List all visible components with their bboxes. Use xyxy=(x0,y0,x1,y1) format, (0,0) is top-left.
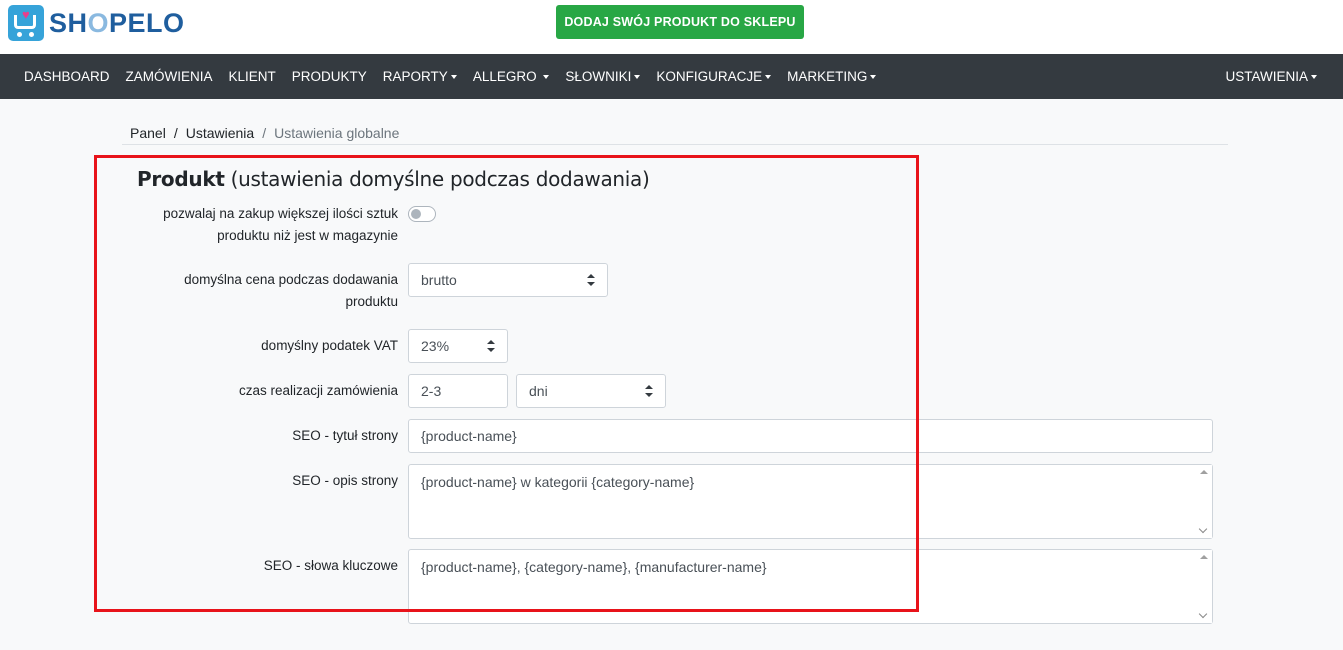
select-arrows-icon xyxy=(645,385,653,397)
add-product-button[interactable]: DODAJ SWÓJ PRODUKT DO SKLEPU xyxy=(556,5,804,39)
top-bar: ♥ SHOPELO DODAJ SWÓJ PRODUKT DO SKLEPU xyxy=(0,0,1343,54)
seo-description-textarea[interactable]: {product-name} w kategorii {category-nam… xyxy=(408,464,1213,539)
nav-marketing[interactable]: MARKETING xyxy=(779,69,884,84)
nav-slowniki[interactable]: SŁOWNIKI xyxy=(557,69,648,84)
default-vat-select[interactable]: 23% xyxy=(408,329,508,363)
breadcrumb-divider xyxy=(122,144,1228,145)
default-vat-label: domyślny podatek VAT xyxy=(261,338,398,353)
seo-title-input[interactable]: {product-name} xyxy=(408,419,1213,453)
textarea-scrollbar[interactable] xyxy=(1196,550,1212,623)
default-price-select[interactable]: brutto xyxy=(408,263,608,297)
nav-dashboard[interactable]: DASHBOARD xyxy=(0,69,118,84)
breadcrumb-separator: / xyxy=(262,125,267,141)
main-navbar: DASHBOARD ZAMÓWIENIA KLIENT PRODUKTY RAP… xyxy=(0,54,1343,99)
breadcrumb-separator: / xyxy=(173,125,178,141)
cart-icon: ♥ xyxy=(8,5,44,41)
caret-down-icon xyxy=(450,74,457,79)
toggle-knob xyxy=(411,209,421,219)
scroll-up-icon xyxy=(1200,555,1208,559)
nav-produkty[interactable]: PRODUKTY xyxy=(284,69,375,84)
seo-keywords-value: {product-name}, {category-name}, {manufa… xyxy=(421,559,767,575)
fulfillment-time-input[interactable]: 2-3 xyxy=(408,374,508,408)
fulfillment-time-value: 2-3 xyxy=(421,383,442,399)
seo-keywords-label: SEO - słowa kluczowe xyxy=(263,558,398,573)
caret-down-icon xyxy=(765,74,772,79)
caret-down-icon xyxy=(543,74,550,79)
breadcrumb-panel[interactable]: Panel xyxy=(130,125,166,141)
caret-down-icon xyxy=(1311,74,1317,79)
nav-ustawienia[interactable]: USTAWIENIA xyxy=(1201,69,1325,84)
allow-overstock-label: pozwalaj na zakup większej ilości sztuk … xyxy=(163,206,398,243)
nav-konfiguracje[interactable]: KONFIGURACJE xyxy=(648,69,779,84)
fulfillment-unit-select[interactable]: dni xyxy=(516,374,666,408)
brand-name: SHOPELO xyxy=(49,7,185,38)
breadcrumb-ustawienia[interactable]: Ustawienia xyxy=(186,125,254,141)
fulfillment-time-label: czas realizacji zamówienia xyxy=(238,383,398,398)
scroll-down-icon xyxy=(1198,609,1208,619)
breadcrumb-active: Ustawienia globalne xyxy=(274,125,400,141)
nav-raporty[interactable]: RAPORTY xyxy=(375,69,465,84)
seo-description-label: SEO - opis strony xyxy=(292,473,398,488)
section-title: Produkt (ustawienia domyślne podczas dod… xyxy=(137,167,650,191)
default-price-label: domyślna cena podczas dodawania produktu xyxy=(184,272,398,309)
scroll-down-icon xyxy=(1198,524,1208,534)
seo-keywords-textarea[interactable]: {product-name}, {category-name}, {manufa… xyxy=(408,549,1213,624)
default-vat-value: 23% xyxy=(421,338,450,354)
nav-allegro[interactable]: ALLEGRO xyxy=(465,69,558,84)
textarea-scrollbar[interactable] xyxy=(1196,465,1212,538)
select-arrows-icon xyxy=(487,340,495,352)
seo-description-value: {product-name} w kategorii {category-nam… xyxy=(421,474,695,490)
allow-overstock-toggle[interactable] xyxy=(408,206,436,222)
nav-klient[interactable]: KLIENT xyxy=(221,69,284,84)
select-arrows-icon xyxy=(587,274,595,286)
shopelo-logo[interactable]: ♥ SHOPELO xyxy=(8,4,185,42)
default-price-value: brutto xyxy=(421,272,457,288)
seo-title-label: SEO - tytuł strony xyxy=(292,428,398,443)
seo-title-value: {product-name} xyxy=(421,428,517,444)
nav-zamowienia[interactable]: ZAMÓWIENIA xyxy=(118,69,221,84)
scroll-up-icon xyxy=(1200,470,1208,474)
breadcrumb: Panel / Ustawienia / Ustawienia globalne xyxy=(130,125,399,141)
caret-down-icon xyxy=(634,74,641,79)
fulfillment-unit-value: dni xyxy=(529,383,548,399)
caret-down-icon xyxy=(870,74,877,79)
